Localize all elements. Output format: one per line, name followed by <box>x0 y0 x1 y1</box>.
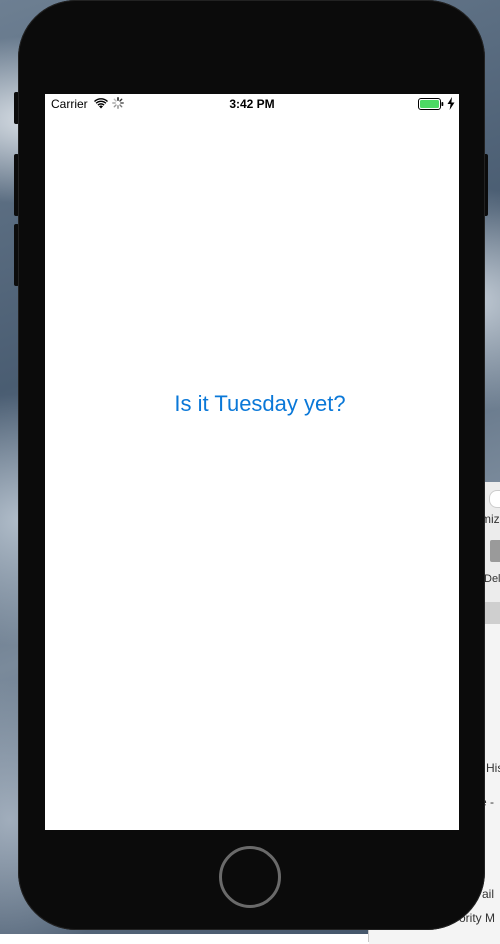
status-time: 3:42 PM <box>229 97 275 111</box>
battery-icon <box>418 98 444 110</box>
trash-icon <box>490 540 500 562</box>
device-screen[interactable]: Carrier 3:42 PM Is it Tuesday yet? <box>45 94 459 830</box>
bg-text-fragment: His <box>486 761 500 775</box>
search-icon <box>489 490 500 508</box>
bg-text-fragment: Del <box>484 573 500 585</box>
status-bar: Carrier 3:42 PM <box>45 94 459 114</box>
tuesday-question-label: Is it Tuesday yet? <box>174 391 346 416</box>
charging-bolt-icon <box>447 97 455 110</box>
home-button[interactable] <box>219 846 281 908</box>
bg-text-fragment: ail <box>482 887 495 901</box>
